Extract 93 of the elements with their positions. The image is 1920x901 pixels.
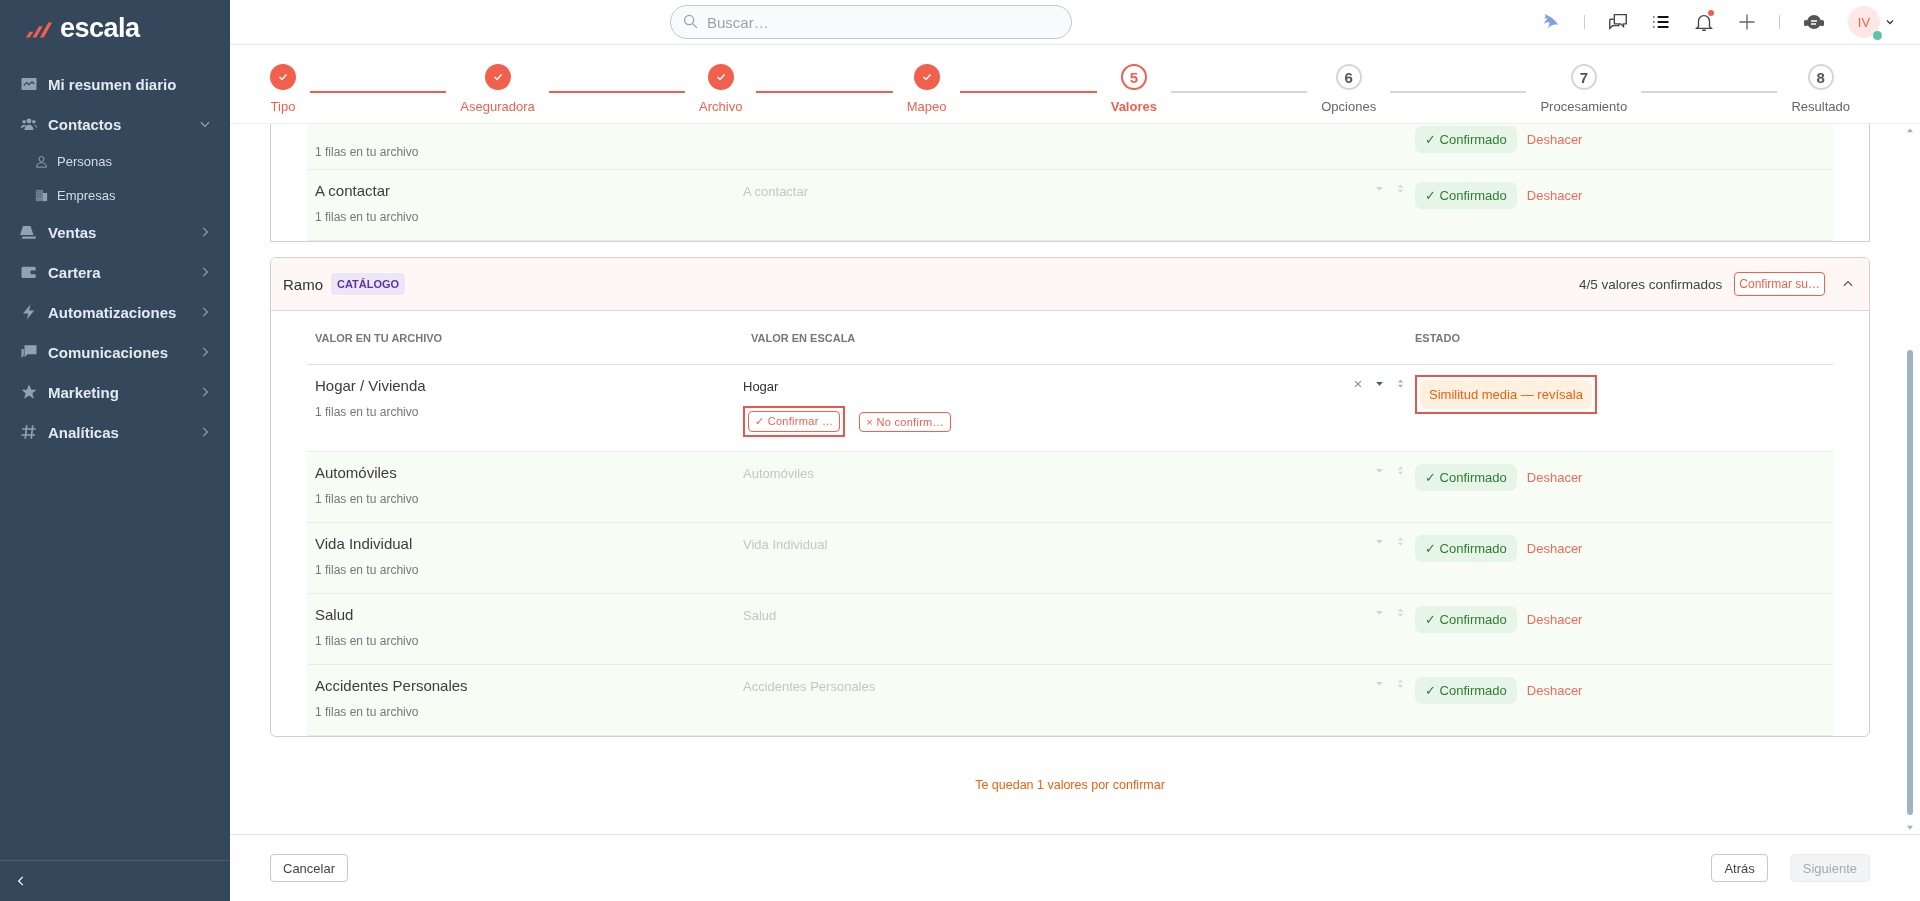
step-marker: 8 xyxy=(1807,64,1834,90)
nav-item[interactable]: Comunicaciones xyxy=(0,332,230,372)
back-button[interactable]: Atrás xyxy=(1711,854,1768,882)
dropdown-caret-icon xyxy=(1375,537,1384,546)
confirm-button[interactable]: ✓ Confirmar … xyxy=(748,411,841,432)
file-value: Vida Individual xyxy=(315,535,414,552)
status-badge: ✓ Confirmado xyxy=(1415,126,1517,153)
stepper-arrows-icon xyxy=(1396,379,1405,388)
nav-icon xyxy=(20,423,38,441)
check-icon xyxy=(277,71,289,83)
row-count: 1 filas en tu archivo xyxy=(315,210,420,224)
confirm-all-button[interactable]: Confirmar su… xyxy=(1734,272,1825,296)
step-label: Resultado xyxy=(1791,99,1850,114)
nav-icon xyxy=(20,75,38,93)
nav-item[interactable]: Ventas xyxy=(0,212,230,252)
row-count: 1 filas en tu archivo xyxy=(315,405,420,419)
step-label: Mapeo xyxy=(906,99,947,114)
status-badge: ✓ Confirmado xyxy=(1415,606,1517,633)
undo-link[interactable]: Deshacer xyxy=(1526,677,1583,698)
undo-link[interactable]: Deshacer xyxy=(1526,535,1583,556)
mapped-value[interactable]: Hogar xyxy=(743,379,1345,394)
nav-item[interactable]: Automatizaciones xyxy=(0,292,230,332)
search-field[interactable]: Buscar… xyxy=(670,5,1072,39)
step-label: Aseguradora xyxy=(460,99,535,114)
column-header: VALOR EN TU ARCHIVO xyxy=(314,331,444,344)
scroll-down-icon xyxy=(1906,823,1914,831)
stepper-arrows-icon xyxy=(1396,466,1405,475)
undo-link[interactable]: Deshacer xyxy=(1526,464,1583,485)
nav-subitem[interactable]: Personas xyxy=(0,144,230,178)
row-count: 1 filas en tu archivo xyxy=(315,563,420,577)
reject-button[interactable]: × No confirm… xyxy=(859,411,951,432)
nav-icon xyxy=(34,187,49,203)
nav-subitem[interactable]: Empresas xyxy=(0,178,230,212)
search-icon xyxy=(682,13,699,30)
step-marker: 5 xyxy=(1120,64,1147,90)
nav-item[interactable]: Cartera xyxy=(0,252,230,292)
stepper-arrows-icon xyxy=(1396,537,1405,546)
chat-icon xyxy=(1607,11,1629,33)
file-value: Accidentes Personales xyxy=(315,677,469,694)
catalog-tag: CATÁLOGO xyxy=(331,273,406,295)
confirmed-count: 4/5 valores confirmados xyxy=(1579,276,1723,292)
check-icon xyxy=(714,71,727,83)
stepper-arrows-icon xyxy=(1396,184,1405,193)
check-icon xyxy=(920,71,933,83)
nav-icon xyxy=(20,383,38,401)
check-icon xyxy=(491,71,504,83)
row-count: 1 filas en tu archivo xyxy=(315,145,420,159)
file-value: Salud xyxy=(315,606,355,623)
dropdown-caret-icon xyxy=(1375,608,1384,617)
step-label: Tipo xyxy=(270,99,296,114)
nav-icon xyxy=(20,223,38,241)
row-count: 1 filas en tu archivo xyxy=(315,705,420,719)
plus-icon xyxy=(1737,12,1757,32)
file-value: A contactar xyxy=(315,182,392,199)
status-badge: ✓ Confirmado xyxy=(1415,535,1517,562)
cancel-button[interactable]: Cancelar xyxy=(270,854,349,882)
undo-link[interactable]: Deshacer xyxy=(1526,126,1583,147)
stepper-arrows-icon xyxy=(1396,679,1405,688)
scrollbar-thumb[interactable] xyxy=(1907,350,1913,815)
status-badge: ✓ Confirmado xyxy=(1415,677,1517,704)
undo-link[interactable]: Deshacer xyxy=(1526,606,1583,627)
step-label: Archivo xyxy=(699,99,743,114)
file-value: Hogar / Vivienda xyxy=(315,377,427,394)
column-header: VALOR EN ESCALA xyxy=(750,331,857,344)
step-label: Procesamiento xyxy=(1540,99,1628,114)
scroll-up-icon xyxy=(1906,127,1914,135)
stepper-arrows-icon xyxy=(1396,608,1405,617)
dropdown-caret-icon xyxy=(1375,679,1384,688)
nav-item[interactable]: Marketing xyxy=(0,372,230,412)
status-badge: Similitud media — revísala xyxy=(1420,380,1592,409)
nav-item[interactable]: Contactos xyxy=(0,104,230,144)
step-marker: 6 xyxy=(1335,64,1362,90)
user-avatar[interactable]: IV xyxy=(1848,6,1880,38)
remaining-message: Te quedan 1 valores por confirmar xyxy=(974,778,1166,792)
dropdown-caret-icon xyxy=(1375,184,1384,193)
step-marker: 7 xyxy=(1570,64,1597,90)
nav-item[interactable]: Analíticas xyxy=(0,412,230,452)
step-label: Opciones xyxy=(1321,99,1377,114)
status-badge: ✓ Confirmado xyxy=(1415,182,1517,209)
file-value: Automóviles xyxy=(315,464,398,481)
logo-text: escala xyxy=(60,12,140,44)
status-badge: ✓ Confirmado xyxy=(1415,464,1517,491)
row-count: 1 filas en tu archivo xyxy=(315,492,420,506)
nav-item[interactable]: Mi resumen diario xyxy=(0,64,230,104)
field-title: Ramo xyxy=(283,275,323,293)
step-label: Valores xyxy=(1110,99,1157,114)
dropdown-caret-icon xyxy=(1375,379,1384,388)
dropdown-caret-icon xyxy=(1375,466,1384,475)
column-header: ESTADO xyxy=(1415,331,1462,344)
undo-link[interactable]: Deshacer xyxy=(1526,182,1583,203)
row-count: 1 filas en tu archivo xyxy=(315,634,420,648)
nav-icon xyxy=(34,153,49,169)
clear-icon xyxy=(1353,379,1363,389)
